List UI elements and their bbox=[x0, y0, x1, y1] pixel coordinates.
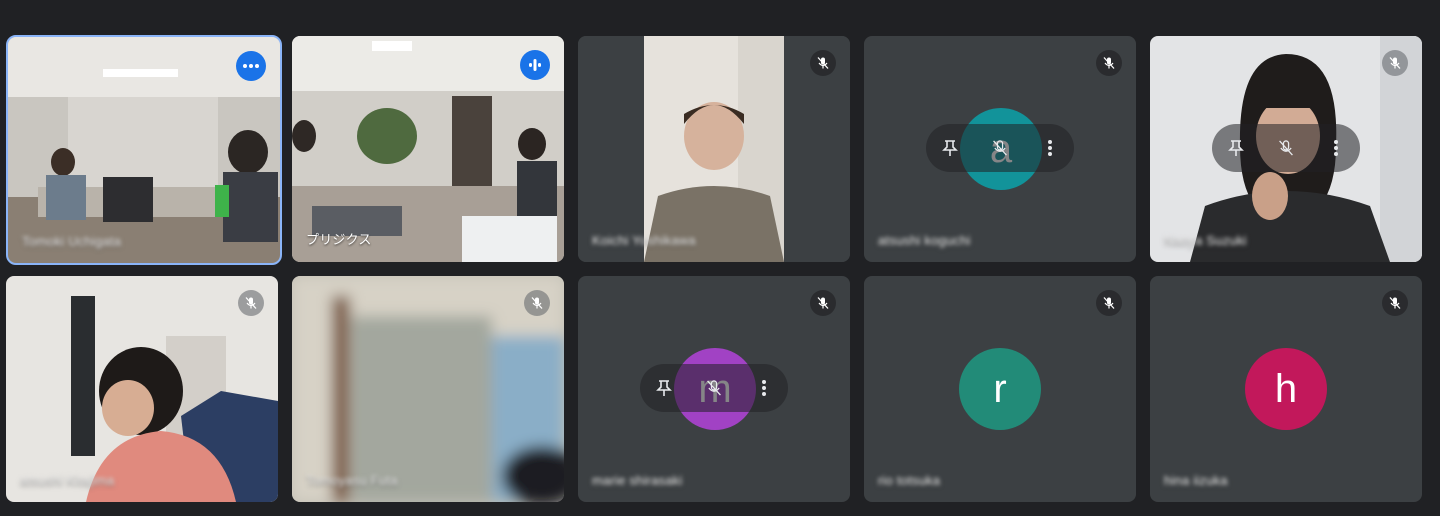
mic-off-icon bbox=[1389, 57, 1401, 69]
audio-level-icon bbox=[529, 59, 541, 71]
participant-name: atsushi Kitajima bbox=[20, 473, 115, 488]
avatar-letter: h bbox=[1274, 366, 1298, 411]
participant-tile-1[interactable]: Tomoki Uchigata bbox=[6, 35, 282, 265]
pin-button[interactable] bbox=[652, 376, 676, 400]
participant-tile-10[interactable]: h hina iizuka bbox=[1150, 276, 1422, 502]
more-options-button[interactable] bbox=[1038, 136, 1062, 160]
mic-muted-indicator bbox=[810, 50, 836, 76]
avatar-letter: r bbox=[993, 366, 1007, 411]
pin-button[interactable] bbox=[1224, 136, 1248, 160]
participant-name: Koichi Yoshikawa bbox=[592, 233, 696, 248]
pin-icon bbox=[942, 140, 958, 156]
pin-icon bbox=[1228, 140, 1244, 156]
mic-muted-indicator bbox=[238, 290, 264, 316]
mic-off-icon bbox=[531, 297, 543, 309]
tile-hover-controls bbox=[1212, 124, 1360, 172]
participant-tile-2[interactable]: プリジクス bbox=[292, 36, 564, 262]
participant-tile-9[interactable]: r rio totsuka bbox=[864, 276, 1136, 502]
more-options-button[interactable] bbox=[236, 51, 266, 81]
mic-muted-indicator bbox=[810, 290, 836, 316]
participant-name: プリジクス bbox=[306, 232, 372, 247]
mute-toggle[interactable] bbox=[1274, 136, 1298, 160]
more-horiz-icon bbox=[243, 64, 259, 68]
participant-tile-6[interactable]: atsushi Kitajima bbox=[6, 276, 278, 502]
mic-off-icon bbox=[1103, 297, 1115, 309]
avatar: r bbox=[959, 348, 1041, 430]
tile-hover-controls bbox=[640, 364, 788, 412]
mic-off-icon bbox=[1279, 140, 1293, 156]
mic-off-icon bbox=[245, 297, 257, 309]
tile-hover-controls bbox=[926, 124, 1074, 172]
participant-name: Naoya Suzuki bbox=[1164, 233, 1247, 248]
more-options-button[interactable] bbox=[1324, 136, 1348, 160]
mic-off-icon bbox=[817, 57, 829, 69]
mic-off-icon bbox=[707, 380, 721, 396]
more-vert-icon bbox=[1334, 140, 1338, 156]
mic-muted-indicator bbox=[1096, 290, 1122, 316]
participant-name: Tomoki Uchigata bbox=[22, 234, 122, 249]
more-vert-icon bbox=[762, 380, 766, 396]
speaking-indicator bbox=[520, 50, 550, 80]
participant-tile-5[interactable]: Naoya Suzuki bbox=[1150, 36, 1422, 262]
participant-tile-4[interactable]: a atsushi koguchi bbox=[864, 36, 1136, 262]
more-options-button[interactable] bbox=[752, 376, 776, 400]
video-feed bbox=[6, 276, 278, 502]
video-feed bbox=[292, 276, 564, 502]
mic-off-icon bbox=[1389, 297, 1401, 309]
mic-muted-indicator bbox=[1382, 50, 1408, 76]
pin-icon bbox=[656, 380, 672, 396]
mic-muted-indicator bbox=[1096, 50, 1122, 76]
more-vert-icon bbox=[1048, 140, 1052, 156]
mic-off-icon bbox=[1103, 57, 1115, 69]
participant-name: Tomoyasu Futa bbox=[306, 473, 398, 488]
participant-tile-7[interactable]: Tomoyasu Futa bbox=[292, 276, 564, 502]
participant-name: hina iizuka bbox=[1164, 473, 1228, 488]
video-feed bbox=[578, 36, 850, 262]
participant-name: rio totsuka bbox=[878, 473, 941, 488]
participant-tile-8[interactable]: m marie shirasaki bbox=[578, 276, 850, 502]
pin-button[interactable] bbox=[938, 136, 962, 160]
mic-off-icon bbox=[817, 297, 829, 309]
mute-toggle[interactable] bbox=[702, 376, 726, 400]
mute-toggle[interactable] bbox=[988, 136, 1012, 160]
participant-name: atsushi koguchi bbox=[878, 233, 971, 248]
mic-muted-indicator bbox=[1382, 290, 1408, 316]
avatar: h bbox=[1245, 348, 1327, 430]
mic-muted-indicator bbox=[524, 290, 550, 316]
participant-name: marie shirasaki bbox=[592, 473, 683, 488]
participant-tile-3[interactable]: Koichi Yoshikawa bbox=[578, 36, 850, 262]
mic-off-icon bbox=[993, 140, 1007, 156]
